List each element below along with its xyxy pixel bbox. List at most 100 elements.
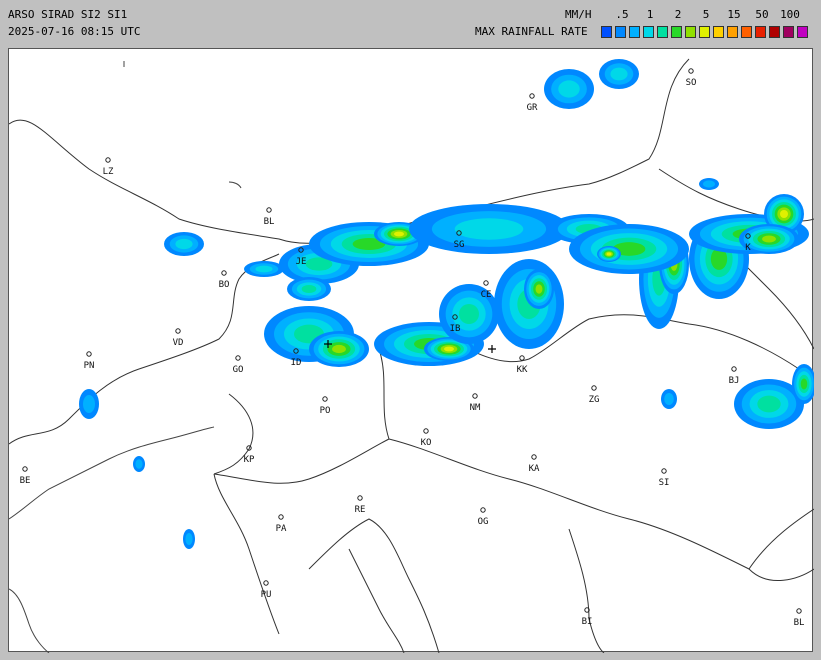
- city-marker: [731, 366, 737, 372]
- city-label: ZG: [589, 395, 600, 405]
- city-label: BL: [264, 217, 275, 227]
- legend-swatch: [601, 26, 612, 38]
- city-label: SI: [659, 478, 670, 488]
- rain-echo: [558, 80, 580, 98]
- legend-swatch: [643, 26, 654, 38]
- legend-swatch: [769, 26, 780, 38]
- rain-echo: [135, 459, 143, 469]
- legend-swatch: [629, 26, 640, 38]
- legend-swatch: [783, 26, 794, 38]
- city-marker: [688, 68, 694, 74]
- city-label: KP: [244, 455, 255, 465]
- rain-echo: [610, 67, 628, 81]
- city-label: PN: [84, 361, 95, 371]
- city-marker: [266, 207, 272, 213]
- city-label: BO: [219, 280, 230, 290]
- city-marker: [22, 466, 28, 472]
- radar-map[interactable]: SO GR LZ BL JE BO SG CE IB VD PN GO ID KK BJ PO NM ZG KO KP…: [8, 48, 814, 653]
- city-label: NM: [470, 403, 481, 413]
- rain-echo: [444, 346, 454, 352]
- city-label: PA: [276, 524, 287, 534]
- city-marker: [519, 355, 525, 361]
- city-marker: [86, 351, 92, 357]
- legend-swatch: [685, 26, 696, 38]
- legend-tick: 50: [755, 8, 769, 21]
- city-marker: [661, 468, 667, 474]
- city-label: BJ: [729, 376, 740, 386]
- rain-echo: [780, 210, 788, 218]
- city-label: IB: [450, 324, 461, 334]
- city-label: SG: [454, 240, 465, 250]
- city-marker: [591, 385, 597, 391]
- city-label: KO: [421, 438, 432, 448]
- rain-echo: [535, 284, 543, 294]
- city-label: LZ: [103, 167, 114, 177]
- rain-echo: [332, 344, 346, 354]
- city-label: KA: [529, 464, 540, 474]
- legend-tick: 100: [780, 8, 800, 21]
- legend-tick: 15: [727, 8, 741, 21]
- rain-echo: [703, 180, 715, 188]
- legend-swatch: [755, 26, 766, 38]
- legend-swatch: [797, 26, 808, 38]
- rain-echo: [454, 218, 524, 240]
- city-marker: [357, 495, 363, 501]
- rain-echo: [394, 231, 404, 237]
- rain-echoes: [79, 59, 814, 549]
- map-svg: SOGRLZBLJEBOSGCEIBVDPN GOIDKKBJPO NMZGKOKP…: [9, 58, 814, 653]
- legend-swatch: [713, 26, 724, 38]
- rain-echo: [664, 393, 674, 405]
- city-label: GR: [527, 103, 538, 113]
- legend-tick: 1: [646, 8, 654, 21]
- header-bar: ARSO SIRAD SI2 SI1 2025-07-16 08:15 UTC …: [0, 0, 821, 46]
- city-label: PO: [320, 406, 331, 416]
- legend-label: MAX RAINFALL RATE: [475, 25, 588, 38]
- legend-tick: 5: [702, 8, 710, 21]
- rain-echo: [255, 265, 273, 273]
- rain-echo: [459, 304, 479, 324]
- city-marker: [278, 514, 284, 520]
- coastline: [9, 61, 242, 653]
- city-marker: [105, 157, 111, 163]
- city-label: CE: [481, 290, 492, 300]
- city-marker: [175, 328, 181, 334]
- city-label: RE: [355, 505, 366, 515]
- legend-tick: .5: [615, 8, 629, 21]
- city-marker: [472, 393, 478, 399]
- city-label: BE: [20, 476, 31, 486]
- city-marker: [322, 396, 328, 402]
- rain-echo: [83, 395, 95, 413]
- rain-echo: [757, 395, 781, 413]
- legend-tick: 2: [674, 8, 682, 21]
- city-label: SO: [686, 78, 697, 88]
- legend-swatch: [615, 26, 626, 38]
- timestamp: 2025-07-16 08:15 UTC: [8, 25, 141, 38]
- city-marker: [480, 507, 486, 513]
- city-marker: [529, 93, 535, 99]
- city-marker: [796, 608, 802, 614]
- city-label: ID: [291, 358, 302, 368]
- legend-swatch: [699, 26, 710, 38]
- legend-swatch: [657, 26, 668, 38]
- rain-echo: [800, 378, 808, 390]
- city-marker: [263, 580, 269, 586]
- city-label: OG: [478, 517, 489, 527]
- legend-swatch: [727, 26, 738, 38]
- city-marker: [531, 454, 537, 460]
- city-label: K: [745, 243, 751, 253]
- city-label: VD: [173, 338, 184, 348]
- city-marker: [483, 280, 489, 286]
- city-label: GO: [233, 365, 244, 375]
- rain-echo: [301, 285, 317, 293]
- unit-label: MM/H: [565, 8, 592, 21]
- legend-swatch: [671, 26, 682, 38]
- rain-echo: [185, 533, 193, 545]
- rain-echo: [762, 235, 776, 243]
- radar-site-crosshair-icon: [488, 345, 496, 353]
- city-marker: [235, 355, 241, 361]
- city-label: PU: [261, 590, 272, 600]
- rain-echo: [175, 238, 193, 250]
- rain-echo: [606, 252, 612, 256]
- city-label: BI: [582, 617, 593, 627]
- city-marker: [423, 428, 429, 434]
